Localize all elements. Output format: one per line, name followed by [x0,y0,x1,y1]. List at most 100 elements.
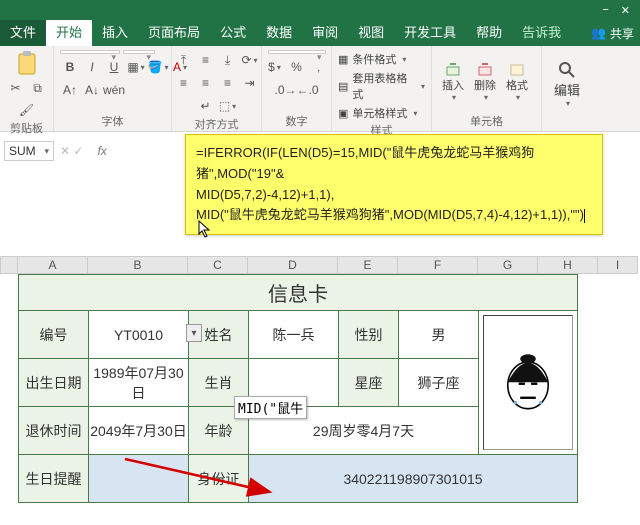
paste-button[interactable] [15,50,39,76]
copy-icon[interactable]: ⧉ [28,78,48,98]
find-icon [557,60,577,80]
font-size-select[interactable] [123,50,155,54]
label-bday-remind: 生日提醒 [19,455,89,503]
group-cells: 插入▾ 删除▾ 格式▾ 单元格 [432,46,542,131]
sheet-area: SUM▾ ✕ ✓ fx =IFERROR(IF(LEN(D5)=15,MID("… [0,132,640,274]
phonetic-icon[interactable]: wén [104,80,124,100]
formula-line-3: MID("鼠牛虎兔龙蛇马羊猴鸡狗猪",MOD(MID(D5,7,4)-4,12)… [196,207,584,222]
align-center-icon[interactable]: ≡ [196,73,216,93]
minimize-icon[interactable]: − [602,4,608,16]
format-cells-button[interactable]: 格式▾ [502,61,532,102]
value-sex[interactable]: 男 [399,311,479,359]
tab-layout[interactable]: 页面布局 [138,20,210,46]
value-idcard[interactable]: 340221198907301015 [249,455,578,503]
indent-icon[interactable]: ⇥ [240,73,260,93]
label-constellation: 星座 [339,359,399,407]
group-label-cells: 单元格 [438,113,535,129]
label-sex: 性别 [339,311,399,359]
currency-icon[interactable]: $▾ [265,57,285,77]
number-format-select[interactable] [268,50,326,54]
col-B[interactable]: B [88,256,188,274]
value-retire[interactable]: 2049年7月30日 [89,407,189,455]
format-painter-icon[interactable]: 🖌 [17,100,37,120]
tab-dev[interactable]: 开发工具 [394,20,466,46]
value-birth[interactable]: 1989年07月30日 [89,359,189,407]
col-F[interactable]: F [398,256,478,274]
tab-insert[interactable]: 插入 [92,20,138,46]
fx-label: fx [89,144,114,158]
group-editing: 编辑 ▾ [542,46,596,131]
window-titlebar: − ✕ [0,0,640,20]
cut-icon[interactable]: ✂ [6,78,26,98]
value-idno[interactable]: YT0010 [89,311,189,359]
editing-button[interactable]: 编辑 ▾ [548,60,586,108]
formula-line-2: MID(D5,7,2)-4,12)+1,1), [196,185,592,206]
card-title: 信息卡 [19,275,578,311]
fill-color-button[interactable]: 🪣▾ [148,57,168,77]
col-E[interactable]: E [338,256,398,274]
increase-font-icon[interactable]: A↑ [60,80,80,100]
group-font: B I U ▦▾ 🪣▾ A▾ A↑ A↓ wén 字体 [54,46,172,131]
ribbon-body: ✂ ⧉ 🖌 剪贴板 B I U ▦▾ 🪣▾ A▾ A↑ A↓ w [0,46,640,132]
decrease-font-icon[interactable]: A↓ [82,80,102,100]
align-middle-icon[interactable]: ≡ [196,50,216,70]
name-box[interactable]: SUM▾ [4,141,54,161]
tab-review[interactable]: 审阅 [302,20,348,46]
mouse-cursor-icon [198,220,212,243]
decrease-decimal-icon[interactable]: ←.0 [298,80,318,100]
formula-arg-tooltip: MID("鼠牛 [234,396,307,419]
tab-view[interactable]: 视图 [348,20,394,46]
tab-data[interactable]: 数据 [256,20,302,46]
formula-bar-expanded[interactable]: =IFERROR(IF(LEN(D5)=15,MID("鼠牛虎兔龙蛇马羊猴鸡狗猪… [185,134,603,235]
italic-button[interactable]: I [82,57,102,77]
tellme-field[interactable]: 告诉我 [512,20,571,46]
tab-file[interactable]: 文件 [0,20,46,46]
cell-styles-button[interactable]: ▣单元格样式▾ [338,104,417,122]
align-bottom-icon[interactable]: ⤓ [218,50,238,70]
share-button[interactable]: 👥共享 [591,20,634,46]
col-H[interactable]: H [538,256,598,274]
conditional-format-button[interactable]: ▦条件格式▾ [338,50,406,68]
group-label-number: 数字 [268,113,325,129]
select-all-corner[interactable] [0,256,18,274]
group-number: $▾ % , .0→ ←.0 数字 [262,46,332,131]
group-clipboard: ✂ ⧉ 🖌 剪贴板 [0,46,54,131]
label-retire: 退休时间 [19,407,89,455]
delete-cells-button[interactable]: 删除▾ [470,61,500,102]
torn-edge [0,505,640,525]
formula-line-1: =IFERROR(IF(LEN(D5)=15,MID("鼠牛虎兔龙蛇马羊猴鸡狗猪… [196,143,592,185]
insert-cells-button[interactable]: 插入▾ [438,61,468,102]
clipboard-icon [15,50,39,76]
col-G[interactable]: G [478,256,538,274]
value-name[interactable]: 陈一兵 [249,311,339,359]
border-button[interactable]: ▦▾ [126,57,146,77]
format-as-table-button[interactable]: ▤套用表格格式▾ [338,69,425,103]
percent-icon[interactable]: % [287,57,307,77]
avatar [483,315,573,450]
tab-formula[interactable]: 公式 [210,20,256,46]
col-D[interactable]: D [248,256,338,274]
group-styles: ▦条件格式▾ ▤套用表格格式▾ ▣单元格样式▾ 样式 [332,46,432,131]
annotation-arrow [120,454,280,504]
value-constellation[interactable]: 狮子座 [399,359,479,407]
col-I[interactable]: I [598,256,638,274]
label-idno: 编号 [19,311,89,359]
increase-decimal-icon[interactable]: .0→ [276,80,296,100]
col-C[interactable]: C [188,256,248,274]
wrap-text-icon[interactable]: ↵ [196,96,216,116]
align-right-icon[interactable]: ≡ [218,73,238,93]
cell-validation-dropdown-icon[interactable]: ▾ [186,324,202,342]
tab-home[interactable]: 开始 [46,20,92,46]
tab-help[interactable]: 帮助 [466,20,512,46]
align-top-icon[interactable]: ⤒ [174,50,194,70]
font-name-select[interactable] [60,50,120,54]
group-label-font: 字体 [60,113,165,129]
align-left-icon[interactable]: ≡ [174,73,194,93]
close-icon[interactable]: ✕ [621,4,630,17]
col-A[interactable]: A [18,256,88,274]
label-birth: 出生日期 [19,359,89,407]
orientation-icon[interactable]: ⟳▾ [240,50,260,70]
merge-icon[interactable]: ⬚▾ [218,96,238,116]
bold-button[interactable]: B [60,57,80,77]
ribbon-tabs: 文件 开始 插入 页面布局 公式 数据 审阅 视图 开发工具 帮助 告诉我 👥共… [0,20,640,46]
